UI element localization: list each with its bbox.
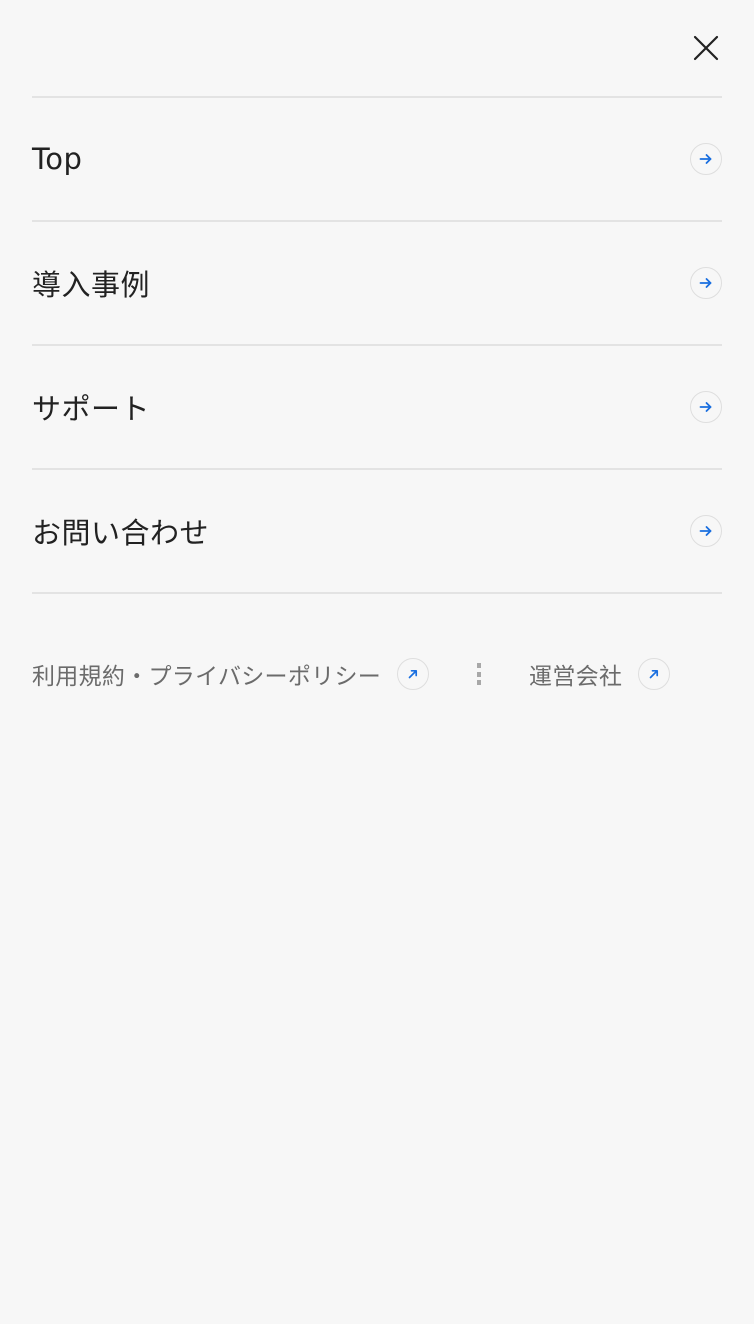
menu-item-label: お問い合わせ [32, 516, 210, 550]
footer-link-label: 運営会社 [529, 664, 623, 690]
close-button[interactable] [686, 30, 726, 70]
menu-item-label: 導入事例 [32, 268, 151, 302]
terms-privacy-link[interactable]: 利用規約・プライバシーポリシー [32, 657, 430, 691]
main-menu: Top 導入事例 サポート お問い合わせ [32, 96, 722, 594]
menu-item-support[interactable]: サポート [32, 346, 722, 470]
menu-item-top[interactable]: Top [32, 98, 722, 222]
vertical-dots-separator [477, 663, 482, 685]
external-link-icon [397, 658, 430, 690]
footer-links: 利用規約・プライバシーポリシー 運営会社 [32, 656, 671, 692]
footer-link-label: 利用規約・プライバシーポリシー [32, 664, 382, 690]
external-link-icon [638, 658, 671, 690]
arrow-right-icon [690, 143, 722, 175]
arrow-right-icon [690, 391, 722, 423]
menu-item-contact[interactable]: お問い合わせ [32, 470, 722, 594]
arrow-right-icon [690, 515, 722, 547]
close-icon [693, 35, 719, 61]
menu-item-case-studies[interactable]: 導入事例 [32, 222, 722, 346]
arrow-right-icon [690, 267, 722, 299]
menu-item-label: Top [32, 142, 83, 176]
menu-item-label: サポート [32, 392, 151, 426]
company-link[interactable]: 運営会社 [529, 657, 671, 691]
